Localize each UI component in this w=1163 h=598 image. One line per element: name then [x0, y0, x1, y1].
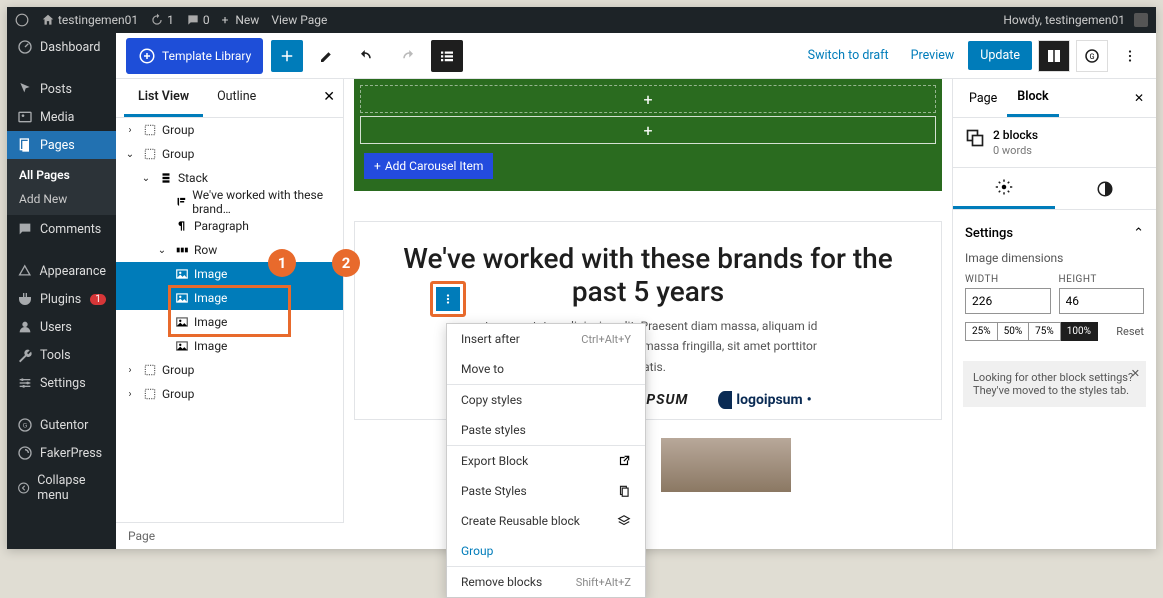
tab-page[interactable]: Page	[959, 81, 1007, 116]
styles-notice: Looking for other block settings? They'v…	[963, 361, 1146, 407]
close-listview-icon[interactable]: ✕	[323, 89, 335, 105]
add-carousel-button[interactable]: + Add Carousel Item	[364, 153, 493, 179]
svg-text:G: G	[23, 422, 28, 430]
ctx-remove-blocks[interactable]: Remove blocksShift+Alt+Z	[447, 567, 645, 597]
ctx-paste-styles[interactable]: Paste styles	[447, 415, 645, 446]
nav-users[interactable]: Users	[7, 313, 116, 341]
add-block-button[interactable]	[271, 40, 303, 72]
svg-text:G: G	[1089, 52, 1094, 61]
settings-header[interactable]: Settings⌃	[965, 220, 1144, 247]
brands-heading[interactable]: We've worked with these brands for the p…	[395, 242, 901, 308]
close-notice-icon[interactable]: ✕	[1131, 367, 1140, 380]
logo-3[interactable]: logoipsum•	[718, 391, 811, 409]
plugins-badge: 1	[90, 294, 106, 305]
height-input[interactable]	[1059, 288, 1145, 314]
nav-dashboard[interactable]: Dashboard	[7, 33, 116, 61]
nav-gutentor[interactable]: GGutentor	[7, 411, 116, 439]
settings-toggle-icon[interactable]	[1038, 40, 1070, 72]
template-library-button[interactable]: Template Library	[126, 38, 263, 74]
ctx-insert-after[interactable]: Insert afterCtrl+Alt+Y	[447, 324, 645, 354]
tree-image[interactable]: Image	[116, 334, 343, 358]
edit-icon[interactable]	[311, 40, 343, 72]
annotation-highlight-2	[430, 281, 466, 317]
tree-image-selected[interactable]: Image	[116, 262, 343, 286]
dimensions-label: Image dimensions	[965, 251, 1144, 265]
comments-count[interactable]: 0	[186, 13, 210, 27]
admin-sidebar: Dashboard Posts Media Pages All Pages Ad…	[7, 33, 116, 549]
brands-card[interactable]: We've worked with these brands for the p…	[354, 221, 942, 420]
tree-group[interactable]: ⌄Group	[116, 142, 343, 166]
preview-button[interactable]: Preview	[903, 48, 963, 63]
view-page[interactable]: View Page	[271, 13, 327, 27]
settings-panel: Page Block ✕ 2 blocks0 words Settings⌃ I…	[952, 79, 1156, 549]
ctx-move-to[interactable]: Move to	[447, 354, 645, 385]
listview-footer: Page	[116, 522, 344, 549]
ctx-paste-styles2[interactable]: Paste Styles	[447, 476, 645, 506]
settings-tab-icon[interactable]	[953, 168, 1055, 209]
undo-icon[interactable]	[351, 40, 383, 72]
chevron-up-icon: ⌃	[1133, 226, 1144, 241]
callout-1: 1	[268, 249, 296, 277]
height-label: HEIGHT	[1059, 274, 1097, 285]
tree-group[interactable]: ›Group	[116, 382, 343, 406]
reset-button[interactable]: Reset	[1116, 325, 1144, 338]
nav-pages[interactable]: Pages	[7, 131, 116, 159]
carousel-block[interactable]: + + + Add Carousel Item	[354, 79, 942, 191]
wp-logo-icon[interactable]	[15, 13, 29, 27]
image-placeholder[interactable]	[661, 438, 791, 492]
nav-all-pages[interactable]: All Pages	[7, 163, 116, 187]
listview-toggle-button[interactable]	[431, 40, 463, 72]
nav-add-new-page[interactable]: Add New	[7, 187, 116, 211]
width-label: WIDTH	[965, 274, 999, 285]
redo-icon[interactable]	[391, 40, 423, 72]
tree-paragraph[interactable]: Paragraph	[116, 214, 343, 238]
pct-75[interactable]: 75%	[1029, 322, 1061, 341]
styles-tab-icon[interactable]	[1055, 168, 1157, 209]
ctx-reusable[interactable]: Create Reusable block	[447, 506, 645, 536]
nav-media[interactable]: Media	[7, 103, 116, 131]
ctx-copy-styles[interactable]: Copy styles	[447, 385, 645, 415]
update-button[interactable]: Update	[968, 41, 1032, 70]
admin-bar: testingemen01 1 0 +New View Page Howdy, …	[7, 7, 1156, 33]
more-menu-icon[interactable]	[1114, 40, 1146, 72]
ctx-export-block[interactable]: Export Block	[447, 446, 645, 476]
tree-group[interactable]: ›Group	[116, 118, 343, 142]
nav-comments[interactable]: Comments	[7, 215, 116, 243]
pct-100[interactable]: 100%	[1061, 322, 1098, 341]
callout-2: 2	[332, 249, 360, 277]
nav-collapse[interactable]: Collapse menu	[7, 467, 116, 509]
howdy-user[interactable]: Howdy, testingemen01	[1003, 13, 1148, 27]
editor-topbar: Template Library Switch to draft Preview…	[116, 33, 1156, 79]
nav-fakerpress[interactable]: FakerPress	[7, 439, 116, 467]
tree-heading[interactable]: We've worked with these brand…	[116, 190, 343, 214]
pct-25[interactable]: 25%	[965, 322, 998, 341]
site-name[interactable]: testingemen01	[41, 13, 138, 27]
nav-posts[interactable]: Posts	[7, 75, 116, 103]
tree-group[interactable]: ›Group	[116, 358, 343, 382]
tab-block[interactable]: Block	[1007, 79, 1058, 117]
selection-info: 2 blocks0 words	[953, 118, 1156, 168]
refresh-count[interactable]: 1	[150, 13, 174, 27]
tree-stack[interactable]: ⌄Stack	[116, 166, 343, 190]
nav-settings[interactable]: Settings	[7, 369, 116, 397]
annotation-highlight-1	[168, 285, 291, 337]
tree-row[interactable]: ⌄Row	[116, 238, 343, 262]
switch-to-draft[interactable]: Switch to draft	[800, 48, 897, 63]
new-menu[interactable]: +New	[222, 13, 260, 27]
tab-outline[interactable]: Outline	[203, 79, 270, 117]
close-settings-icon[interactable]: ✕	[1128, 85, 1150, 111]
tab-list-view[interactable]: List View	[124, 79, 203, 117]
nav-tools[interactable]: Tools	[7, 341, 116, 369]
nav-plugins[interactable]: Plugins1	[7, 285, 116, 313]
ctx-group[interactable]: Group	[447, 536, 645, 567]
pct-50[interactable]: 50%	[998, 322, 1030, 341]
nav-appearance[interactable]: Appearance	[7, 257, 116, 285]
gutentor-icon[interactable]: G	[1076, 40, 1108, 72]
width-input[interactable]	[965, 288, 1051, 314]
context-menu: Insert afterCtrl+Alt+Y Move to Copy styl…	[446, 323, 646, 598]
